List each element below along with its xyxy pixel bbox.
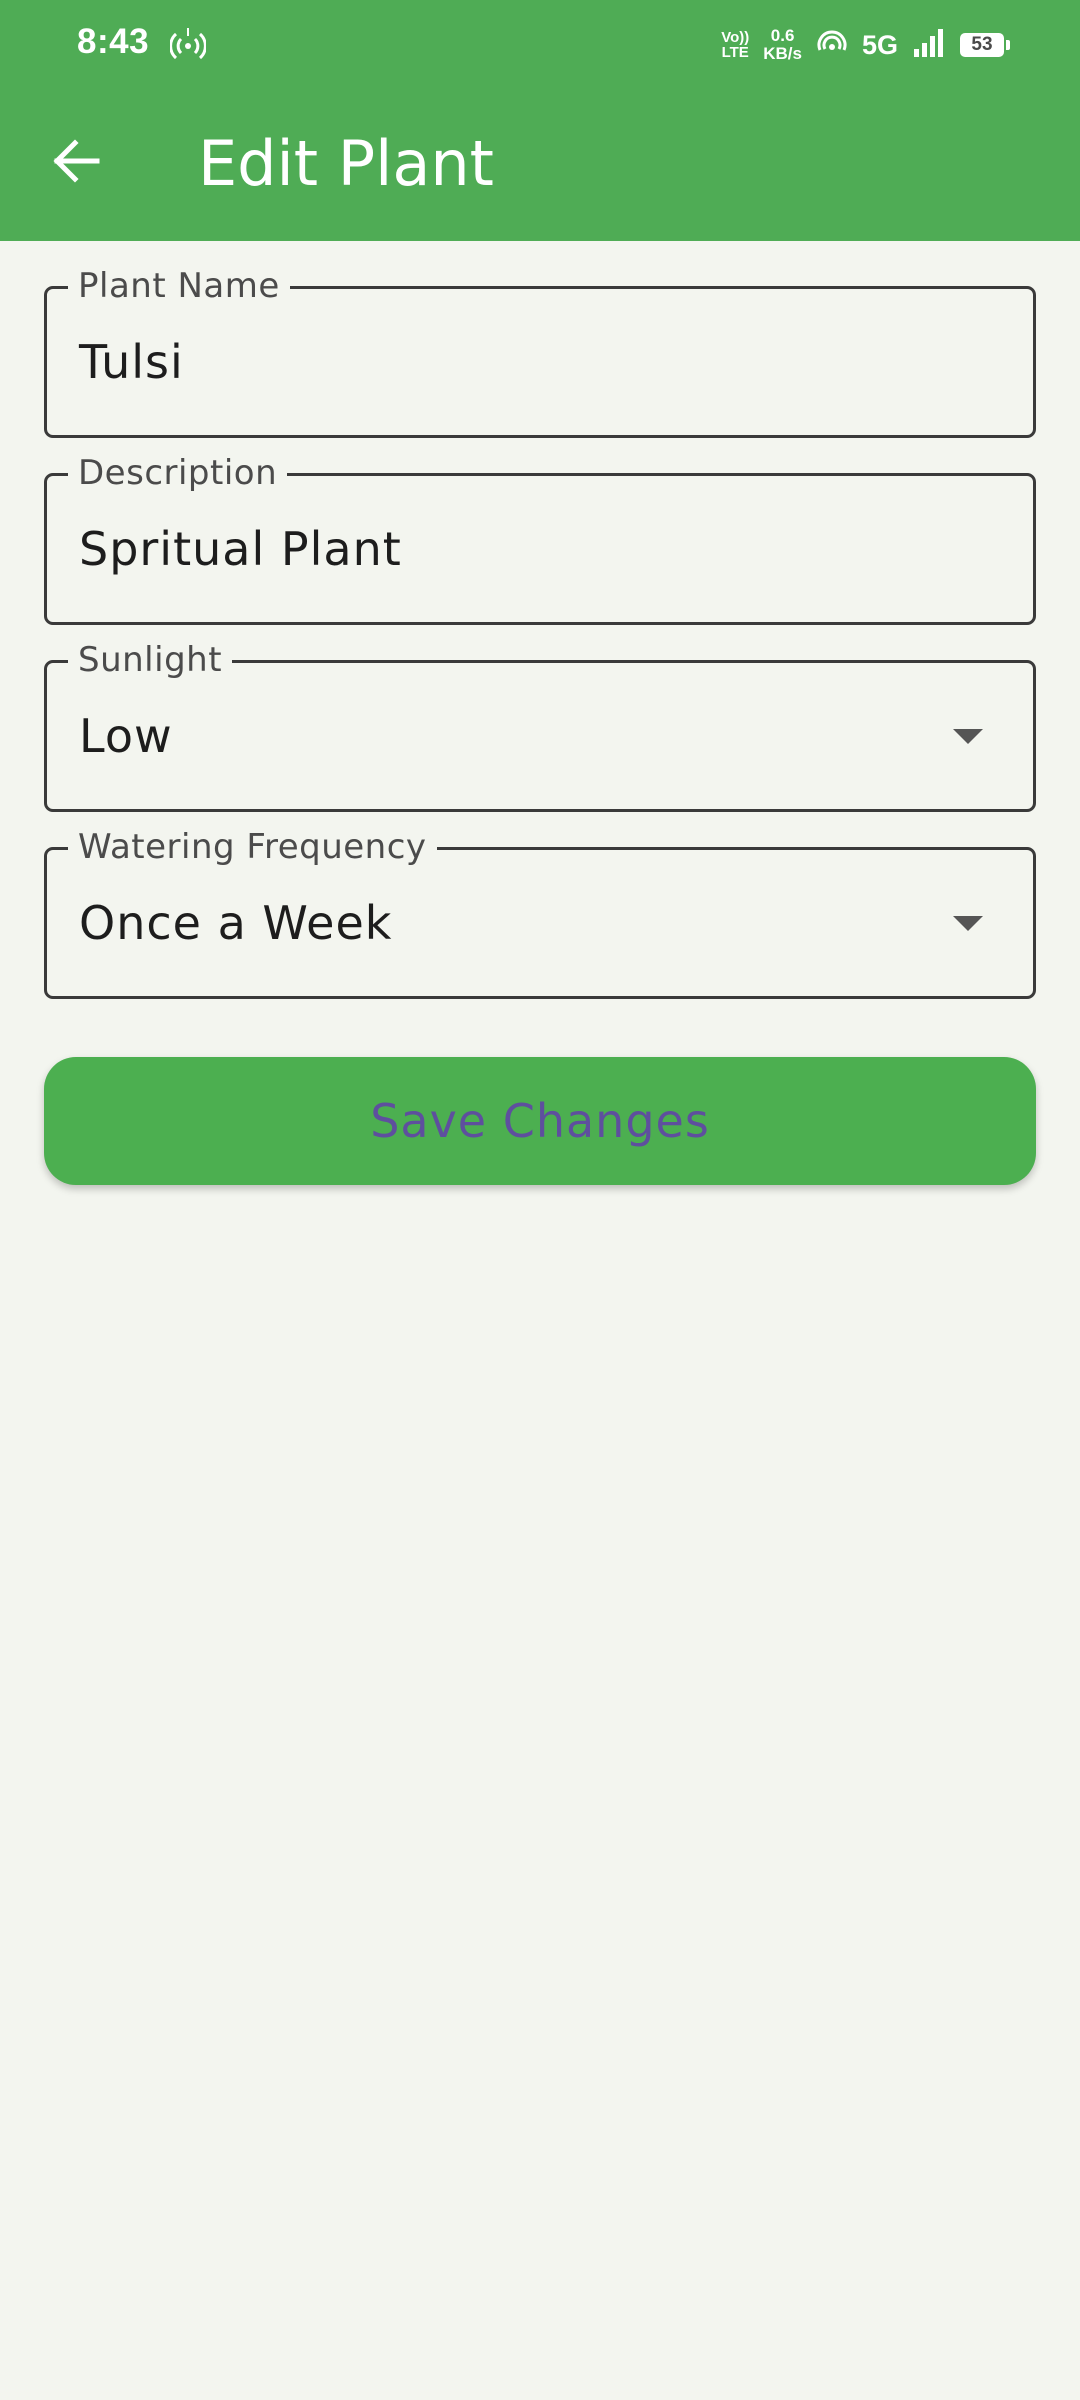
volte-bottom: LTE [721,44,749,61]
volte-top: Vo)) [721,29,750,46]
status-bar: 8:43 Vo)) LTE 0.6 KB/s 5G 53 [0,0,1080,90]
network-speed: 0.6 KB/s [763,27,802,63]
speed-unit: KB/s [763,44,802,63]
signal-icon [912,27,946,63]
app-bar: 8:43 Vo)) LTE 0.6 KB/s 5G 53 Edit Plant [0,0,1080,241]
watering-frequency-value[interactable]: Once a Week [79,894,392,952]
description-field[interactable]: Description Spritual Plant [44,450,1036,625]
description-value[interactable]: Spritual Plant [79,520,402,578]
status-icons: Vo)) LTE 0.6 KB/s 5G 53 [721,20,1010,70]
speed-value: 0.6 [770,26,795,45]
sunlight-value[interactable]: Low [79,707,173,765]
sunlight-dropdown[interactable]: Sunlight Low [44,637,1036,812]
dropdown-arrow-icon[interactable] [953,729,983,744]
page-title: Edit Plant [198,127,494,200]
sunlight-label: Sunlight [68,637,233,683]
save-changes-button[interactable]: Save Changes [44,1057,1036,1185]
arrow-left-icon [53,139,100,183]
network-type: 5G [861,29,898,60]
hotspot-icon [169,24,207,66]
plant-name-field[interactable]: Plant Name Tulsi [44,263,1036,438]
plant-name-label: Plant Name [68,263,290,309]
battery-icon: 53 [960,33,1010,57]
dropdown-arrow-icon[interactable] [953,916,983,931]
description-label: Description [68,450,288,496]
wifi-calling-icon [816,27,848,63]
watering-frequency-label: Watering Frequency [68,824,437,870]
back-button[interactable] [40,125,112,197]
plant-name-value[interactable]: Tulsi [79,333,184,391]
status-time: 8:43 [77,22,150,61]
watering-frequency-dropdown[interactable]: Watering Frequency Once a Week [44,824,1036,999]
volte-indicator: Vo)) LTE [721,30,749,60]
